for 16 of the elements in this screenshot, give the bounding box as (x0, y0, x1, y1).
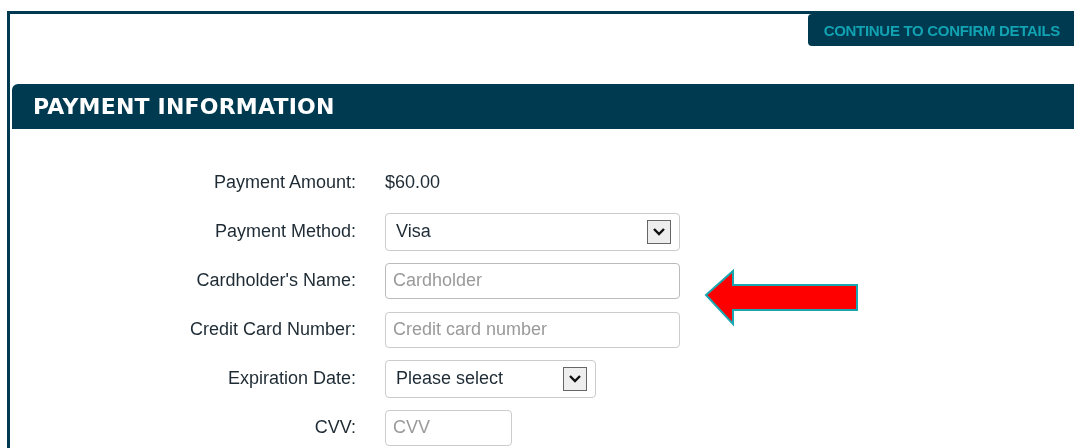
field-label: CVV: (313, 416, 356, 439)
field-label: Payment Method: (213, 220, 356, 243)
field-label: Payment Amount: (212, 171, 356, 194)
input-field[interactable]: Credit card number (385, 311, 680, 348)
field-label: Cardholder's Name: (195, 269, 356, 292)
field-label: Credit Card Number: (188, 318, 356, 341)
input-field[interactable]: Cardholder (385, 262, 680, 299)
section-title: PAYMENT INFORMATION (33, 94, 335, 119)
caret-icon (563, 366, 587, 391)
dropdown[interactable]: Please select (385, 359, 596, 398)
caret-icon (647, 219, 671, 244)
field-label: Expiration Date: (226, 367, 356, 390)
dropdown[interactable]: Visa (385, 212, 680, 251)
input-field[interactable]: CVV (385, 409, 512, 446)
field-value: $60.00 (385, 172, 441, 193)
continue-button[interactable]: CONTINUE TO CONFIRM DETAILS (807, 14, 1074, 46)
